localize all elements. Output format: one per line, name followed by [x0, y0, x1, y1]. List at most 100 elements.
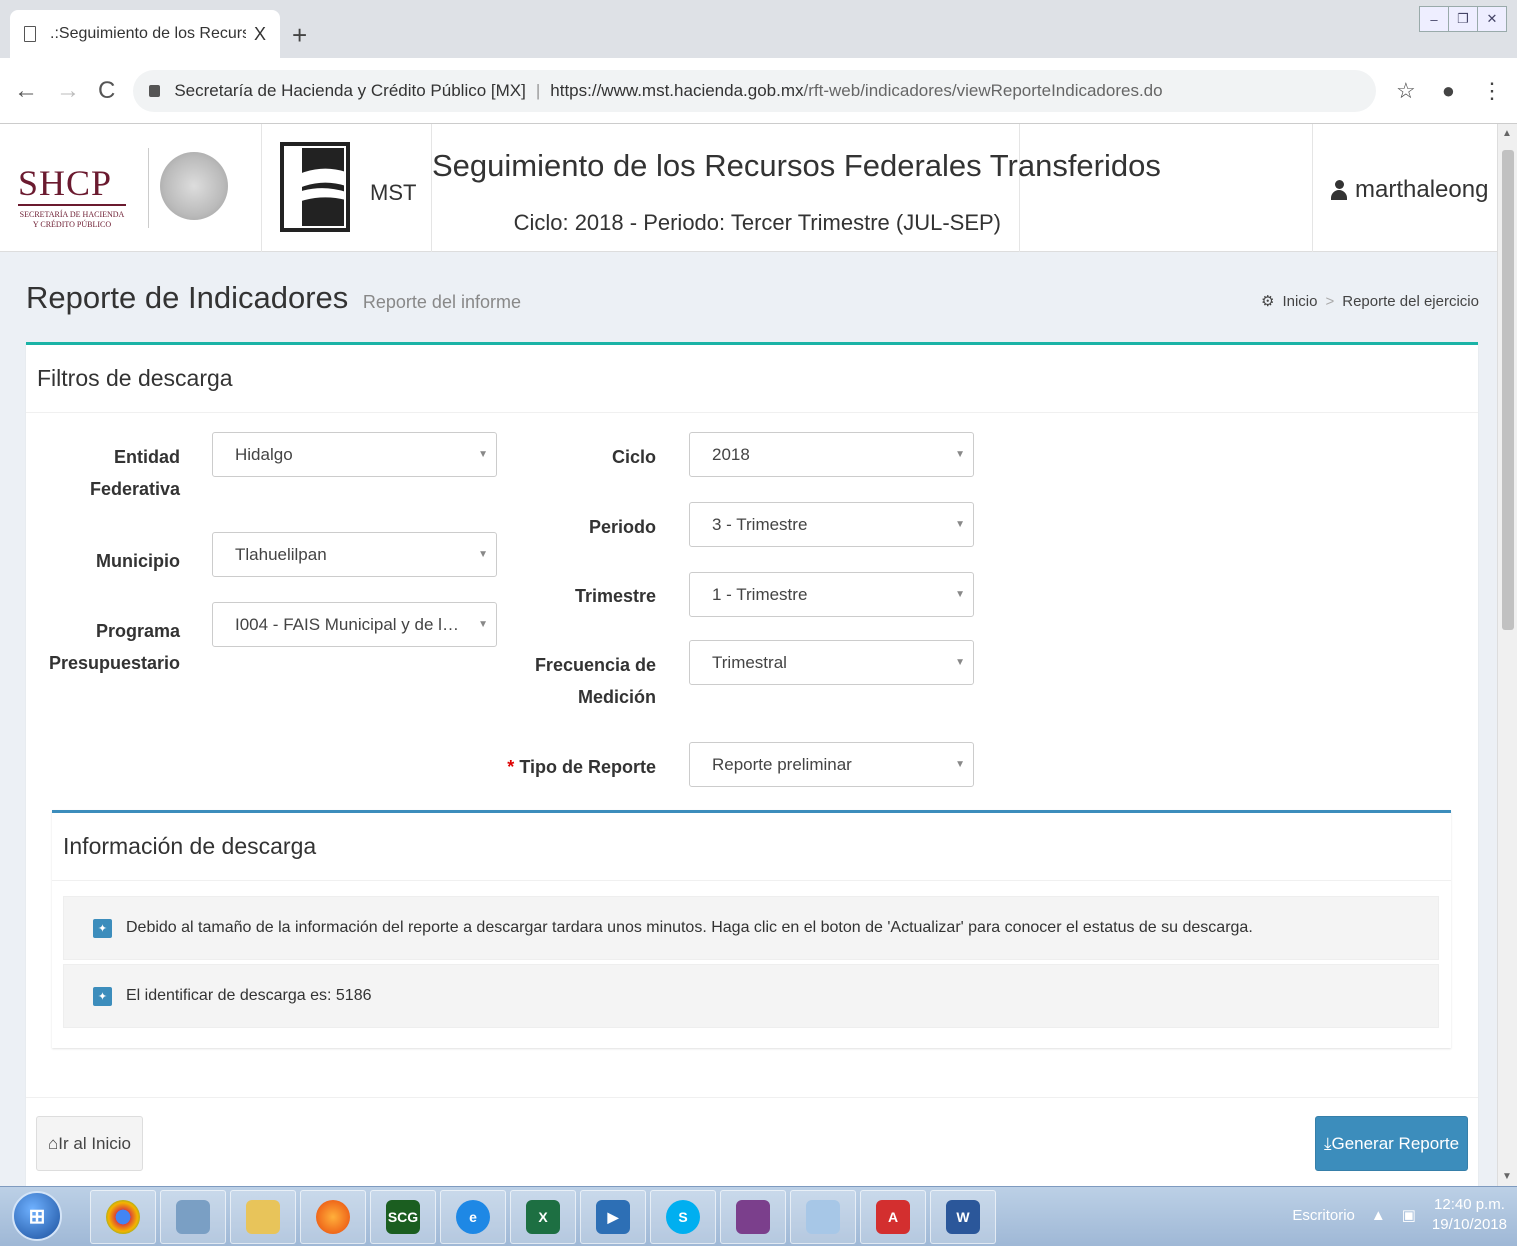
filters-header: Filtros de descarga: [26, 345, 1478, 413]
site-header: SHCP SECRETARÍA DE HACIENDA Y CRÉDITO PÚ…: [0, 124, 1497, 252]
scg-icon[interactable]: SCG: [370, 1190, 436, 1244]
municipio-value: Tlahuelilpan: [235, 545, 327, 564]
tipo-select[interactable]: Reporte preliminar ▼: [689, 742, 974, 787]
minimize-icon[interactable]: –: [1419, 6, 1449, 32]
window-controls: – ❐ ✕: [1419, 6, 1507, 32]
download-info-header: Información de descarga: [52, 813, 1451, 881]
programa-select[interactable]: I004 - FAIS Municipal y de las De... ▼: [212, 602, 497, 647]
menu-icon[interactable]: ⋮: [1481, 78, 1503, 104]
shcp-logo[interactable]: SHCP SECRETARÍA DE HACIENDA Y CRÉDITO PÚ…: [0, 124, 262, 252]
breadcrumb-home[interactable]: Inicio: [1282, 293, 1317, 310]
mst-label: MST: [370, 180, 417, 205]
back-icon[interactable]: ←: [14, 77, 38, 105]
url-path: /rft-web/indicadores/viewReporteIndicado…: [803, 80, 1163, 100]
home-icon: ⌂: [47, 1133, 59, 1153]
generate-report-button[interactable]: ⤓ Generar Reporte: [1315, 1116, 1468, 1171]
restore-icon[interactable]: ❐: [1448, 6, 1478, 32]
trimestre-label: Trimestre: [574, 586, 656, 606]
acrobat-icon[interactable]: A: [860, 1190, 926, 1244]
page-scrollbar[interactable]: ▲ ▼: [1497, 124, 1517, 1186]
chevron-down-icon: ▼: [955, 657, 965, 668]
entidad-value: Hidalgo: [235, 445, 293, 464]
username: marthaleong: [1355, 176, 1489, 203]
chrome-icon[interactable]: [90, 1190, 156, 1244]
scrollbar-thumb[interactable]: [1502, 150, 1514, 630]
breadcrumb: ⚙ Inicio > Reporte del ejercicio: [1261, 292, 1479, 311]
home-button[interactable]: ⌂ Ir al Inicio: [36, 1116, 143, 1171]
mst-emblem-icon: [280, 142, 350, 232]
trimestre-select[interactable]: 1 - Trimestre ▼: [689, 572, 974, 617]
periodo-select[interactable]: 3 - Trimestre ▼: [689, 502, 974, 547]
close-window-icon[interactable]: ✕: [1477, 6, 1507, 32]
app-title: Seguimiento de los Recursos Federales Tr…: [432, 148, 1161, 183]
skype-icon[interactable]: S: [650, 1190, 716, 1244]
ciclo-select[interactable]: 2018 ▼: [689, 432, 974, 477]
profile-icon[interactable]: ●: [1442, 78, 1455, 104]
chevron-down-icon: ▼: [955, 519, 965, 530]
browser-toolbar: ← → C Secretaría de Hacienda y Crédito P…: [0, 58, 1517, 124]
taskbar-apps: SCG e X ▶ S A W: [90, 1190, 996, 1244]
shcp-underline: [18, 204, 126, 206]
start-button[interactable]: ⊞: [12, 1191, 62, 1241]
logo-divider: [148, 148, 149, 228]
toolbar-icons: ☆ ● ⋮: [1396, 78, 1503, 104]
user-menu[interactable]: marthaleong: [1312, 124, 1497, 252]
programa-label: Programa Presupuestario: [48, 621, 180, 673]
firefox-icon[interactable]: [300, 1190, 366, 1244]
network-icon[interactable]: ▣: [1402, 1206, 1416, 1224]
chevron-down-icon: ▼: [955, 759, 965, 770]
page-title: Reporte de Indicadores Reporte del infor…: [26, 280, 521, 316]
tray-expand-icon[interactable]: ▲: [1371, 1207, 1386, 1224]
calculator-icon[interactable]: [160, 1190, 226, 1244]
download-info-panel: Información de descarga ✦ Debido al tama…: [52, 810, 1451, 1048]
file-explorer-icon[interactable]: [230, 1190, 296, 1244]
download-id-row: ✦ El identificar de descarga es: 5186: [63, 964, 1439, 1028]
frecuencia-select[interactable]: Trimestral ▼: [689, 640, 974, 685]
address-bar[interactable]: Secretaría de Hacienda y Crédito Público…: [133, 69, 1376, 112]
mst-logo[interactable]: MST: [262, 124, 432, 252]
breadcrumb-current: Reporte del ejercicio: [1342, 292, 1479, 310]
scroll-down-icon[interactable]: ▼: [1502, 1171, 1512, 1182]
chevron-down-icon: ▼: [955, 449, 965, 460]
notepad-icon[interactable]: [790, 1190, 856, 1244]
internet-explorer-icon[interactable]: e: [440, 1190, 506, 1244]
reload-icon[interactable]: C: [98, 77, 115, 105]
tab-title: .:Seguimiento de los Recursos Fe: [50, 25, 246, 42]
url-divider: |: [535, 80, 541, 100]
close-tab-icon[interactable]: X: [254, 24, 266, 45]
windows-taskbar: ⊞ SCG e X ▶ S A W Escritorio ▲ ▣ 12:40 p…: [0, 1186, 1517, 1246]
media-player-icon[interactable]: ▶: [580, 1190, 646, 1244]
filters-panel: Filtros de descarga Entidad Federativa H…: [26, 342, 1478, 1186]
clock[interactable]: 12:40 p.m. 19/10/2018: [1432, 1195, 1507, 1235]
user-info[interactable]: marthaleong: [1331, 176, 1488, 204]
frecuencia-value: Trimestral: [712, 653, 787, 672]
tipo-value: Reporte preliminar: [712, 755, 852, 774]
bookmark-star-icon[interactable]: ☆: [1396, 78, 1416, 104]
browser-tab[interactable]: .:Seguimiento de los Recursos Fe X: [10, 10, 280, 58]
municipio-select[interactable]: Tlahuelilpan ▼: [212, 532, 497, 577]
info-message: Debido al tamaño de la información del r…: [126, 919, 1253, 936]
scroll-up-icon[interactable]: ▲: [1502, 128, 1512, 139]
filters-footer: ⌂ Ir al Inicio ⤓ Generar Reporte: [26, 1097, 1478, 1186]
excel-icon[interactable]: X: [510, 1190, 576, 1244]
municipio-label: Municipio: [96, 551, 180, 571]
shcp-wordmark: SHCP: [18, 163, 113, 203]
desktop-toolbar[interactable]: Escritorio: [1292, 1207, 1355, 1224]
word-icon[interactable]: W: [930, 1190, 996, 1244]
clock-time: 12:40 p.m.: [1434, 1196, 1505, 1213]
entidad-label: Entidad Federativa: [89, 447, 180, 499]
url-host: https://www.mst.hacienda.gob.mx: [550, 80, 804, 100]
frecuencia-label: Frecuencia de Medición: [534, 655, 656, 707]
lock-icon: [149, 84, 161, 97]
new-tab-button[interactable]: +: [292, 20, 307, 51]
info-icon: ✦: [93, 918, 112, 938]
shcp-subtitle: SECRETARÍA DE HACIENDA Y CRÉDITO PÚBLICO: [19, 210, 125, 229]
entidad-select[interactable]: Hidalgo ▼: [212, 432, 497, 477]
forward-icon[interactable]: →: [56, 77, 80, 105]
download-icon: ⤓: [1323, 1133, 1332, 1153]
chevron-down-icon: ▼: [478, 449, 488, 460]
national-seal-icon: [160, 152, 228, 220]
winrar-icon[interactable]: [720, 1190, 786, 1244]
required-marker: *: [507, 757, 515, 777]
trimestre-value: 1 - Trimestre: [712, 585, 808, 604]
